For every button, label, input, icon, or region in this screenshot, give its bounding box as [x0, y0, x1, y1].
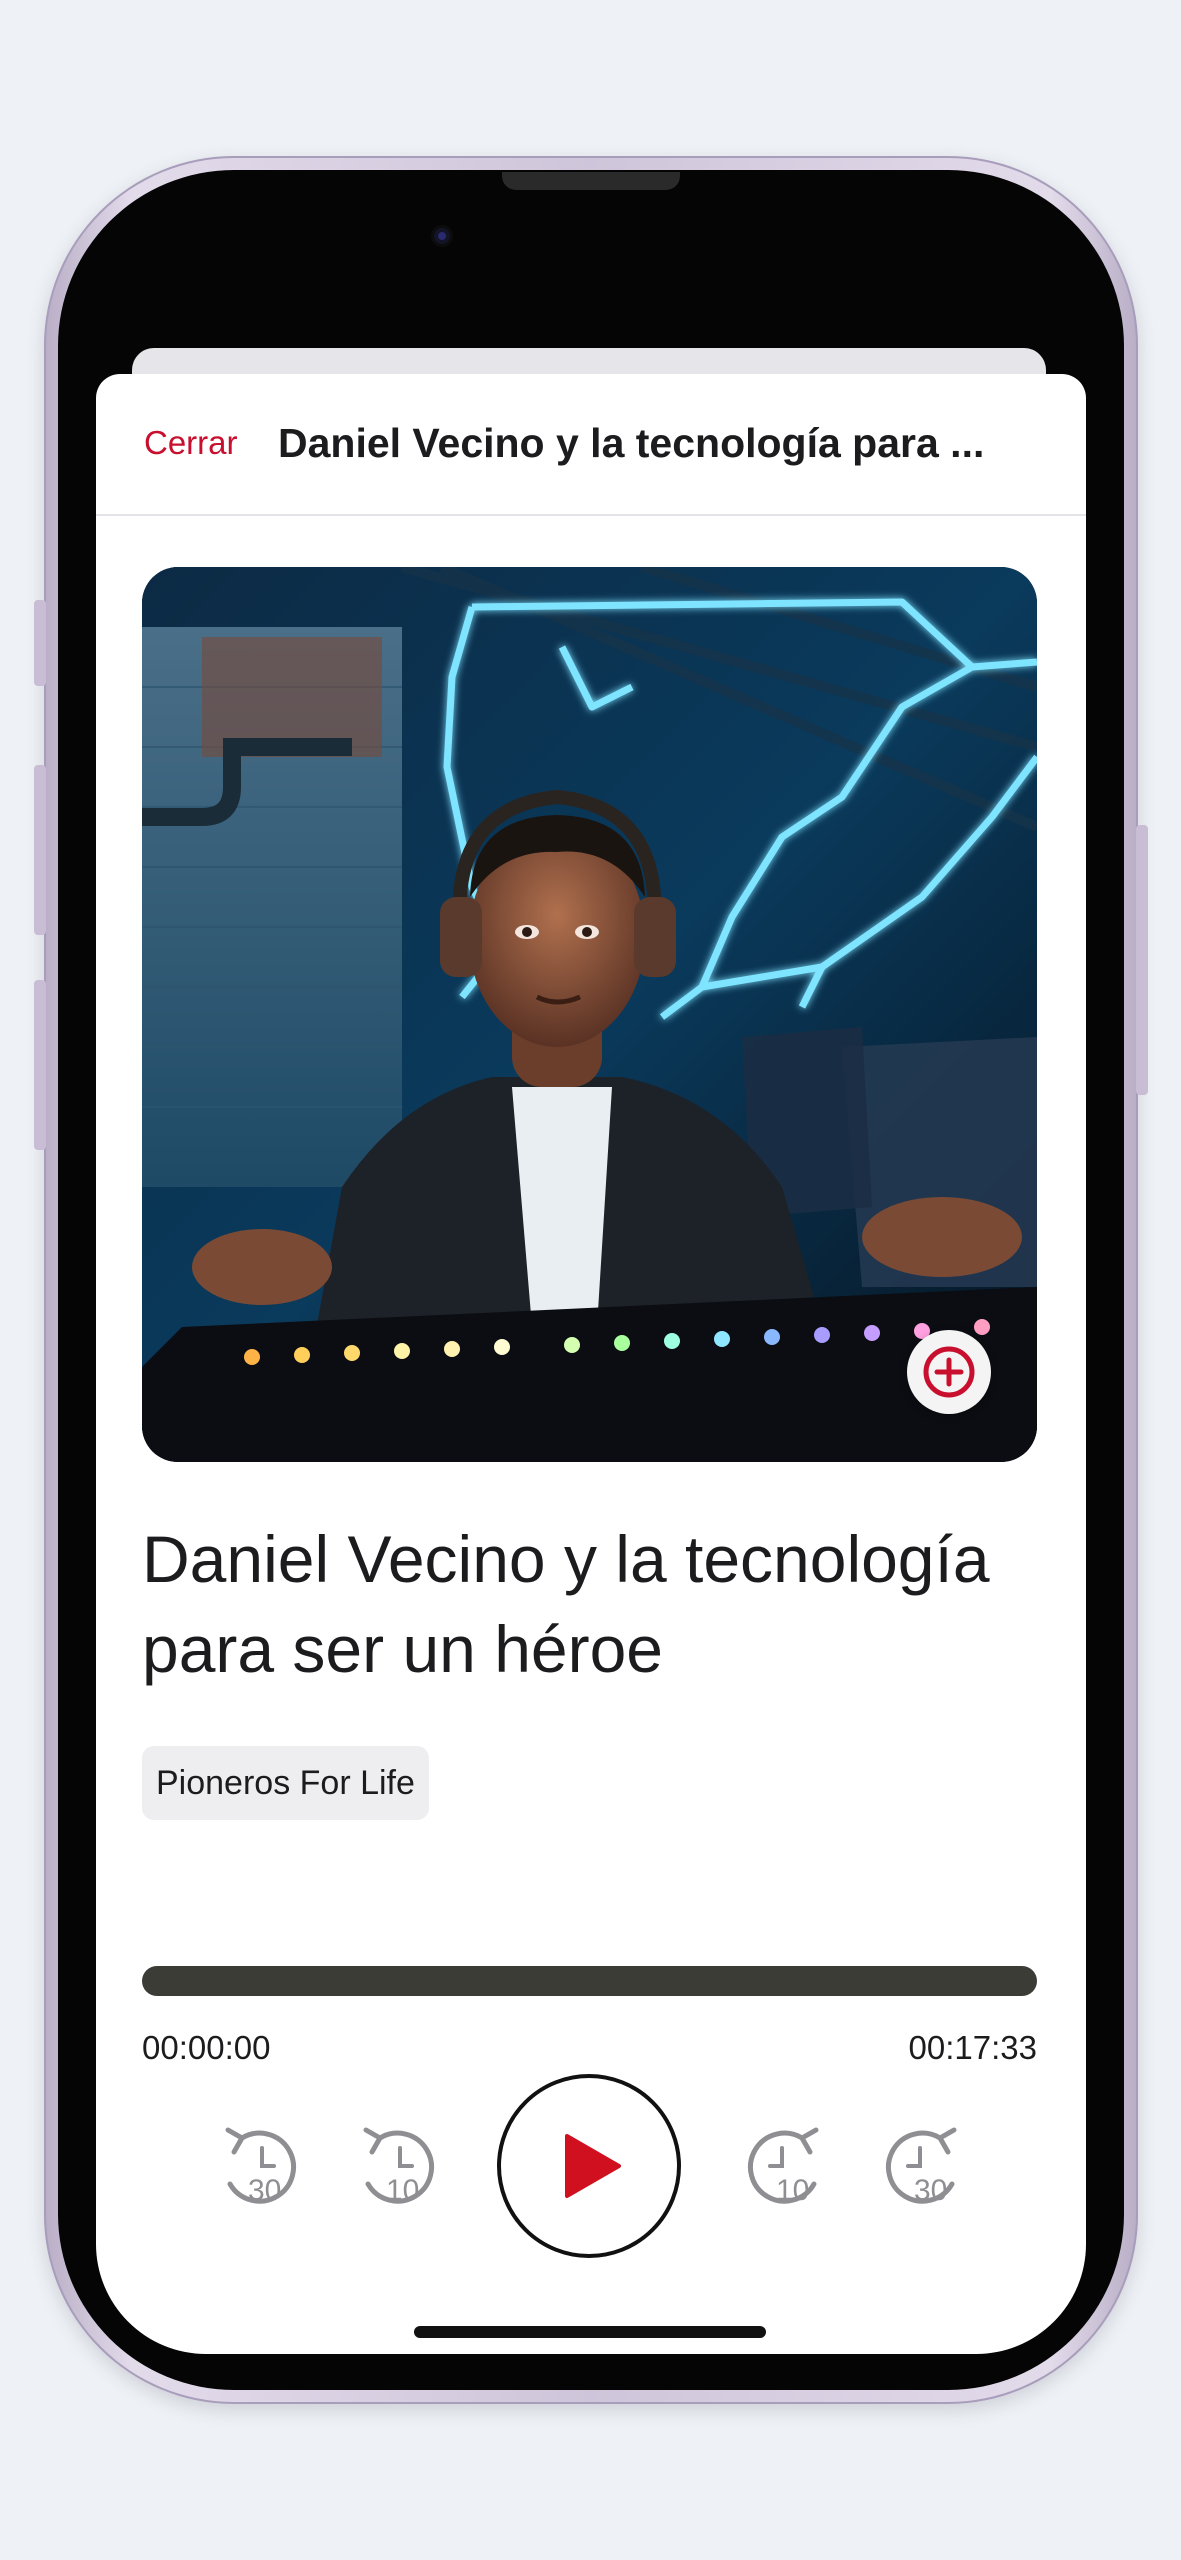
progress-bar[interactable] — [142, 1966, 1037, 1996]
skip-forward-10-button[interactable]: 10 — [732, 2116, 832, 2216]
nav-bar: Cerrar Daniel Vecino y la tecnología par… — [96, 374, 1086, 516]
close-button[interactable]: Cerrar — [144, 424, 238, 462]
skip-back-10-button[interactable]: 10 — [350, 2116, 450, 2216]
show-name-chip[interactable]: Pioneros For Life — [142, 1746, 429, 1820]
power-button — [1136, 825, 1148, 1095]
home-indicator[interactable] — [414, 2326, 766, 2338]
action-button — [34, 600, 46, 686]
device-mockup: Cerrar Daniel Vecino y la tecnología par… — [0, 0, 1181, 2560]
total-duration: 00:17:33 — [908, 2029, 1037, 2066]
volume-up-button — [34, 765, 46, 935]
skip-back-icon: 30 — [225, 2127, 297, 2207]
nav-title: Daniel Vecino y la tecnología para ... — [278, 420, 985, 466]
volume-down-button — [34, 980, 46, 1150]
skip-back-icon: 10 — [363, 2127, 435, 2207]
skip-forward-30-label: 30 — [914, 2174, 947, 2207]
episode-artwork — [142, 567, 1037, 1462]
front-camera — [431, 225, 453, 247]
episode-sheet: Cerrar Daniel Vecino y la tecnología par… — [96, 374, 1086, 2354]
plus-circle-icon — [923, 1346, 975, 1398]
skip-back-30-button[interactable]: 30 — [212, 2116, 312, 2216]
speaker-grill — [502, 172, 680, 190]
skip-forward-icon: 30 — [885, 2127, 957, 2207]
skip-forward-30-button[interactable]: 30 — [870, 2116, 970, 2216]
play-icon — [565, 2134, 621, 2198]
elapsed-time: 00:00:00 — [142, 2029, 271, 2066]
skip-back-30-label: 30 — [248, 2174, 281, 2207]
skip-back-10-label: 10 — [386, 2174, 419, 2207]
add-to-library-button[interactable] — [907, 1330, 991, 1414]
podcast-artwork-gamer-image — [142, 567, 1037, 1462]
skip-forward-10-label: 10 — [776, 2174, 809, 2207]
episode-title: Daniel Vecino y la tecnología para ser u… — [142, 1522, 990, 1686]
skip-forward-icon: 10 — [747, 2127, 819, 2207]
play-button[interactable] — [497, 2074, 681, 2258]
